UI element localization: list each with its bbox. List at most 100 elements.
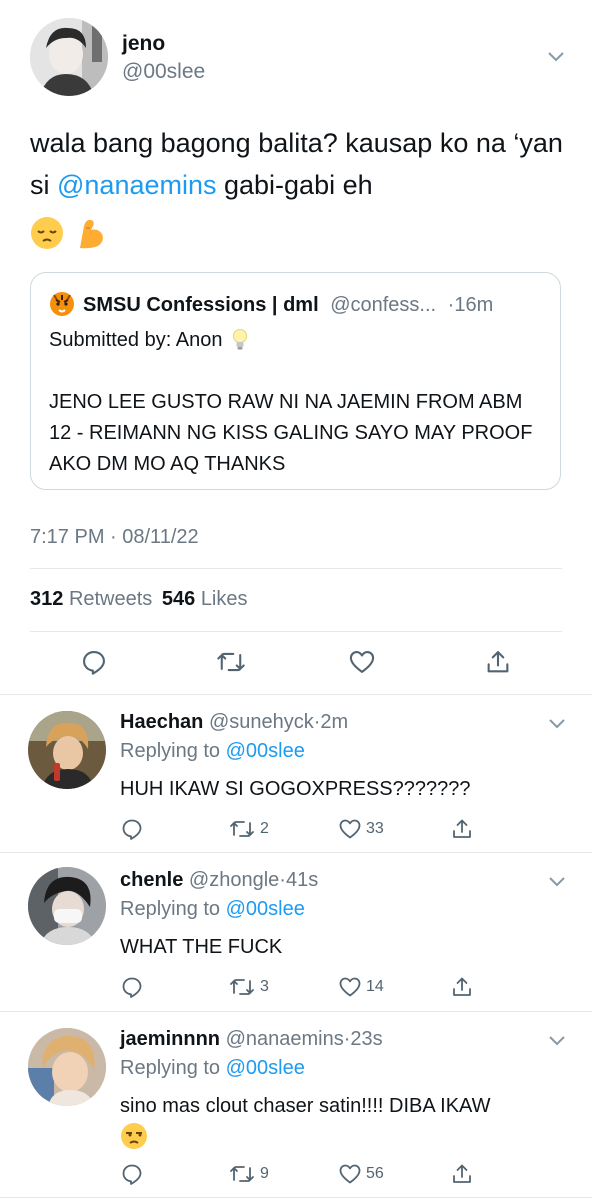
chevron-down-icon[interactable]: [547, 713, 567, 733]
reply-action-bar: 9 56: [0, 1158, 592, 1190]
unamused-face-icon: [120, 1122, 148, 1155]
tweet-stats: 312 Retweets 546 Likes: [30, 588, 248, 611]
reply-item[interactable]: Haechan @sunehyck·2m Replying to @00slee…: [0, 695, 592, 852]
replying-to-handle[interactable]: @00slee: [226, 740, 305, 762]
heart-icon: [338, 975, 362, 999]
reply-button[interactable]: [120, 813, 144, 845]
retweet-button[interactable]: 3: [228, 971, 269, 1003]
quoted-submitted-line: Submitted by: Anon: [49, 329, 248, 352]
heart-icon: [338, 817, 362, 841]
reply-text: sino mas clout chaser satin!!!! DIBA IKA…: [120, 1092, 560, 1120]
like-button[interactable]: 56: [338, 1158, 384, 1190]
reply-author-name[interactable]: chenle: [120, 869, 183, 891]
tiger-logo-icon: [49, 291, 75, 317]
tweet-timestamp[interactable]: 7:17 PM · 08/11/22: [30, 526, 199, 549]
reply-author-handle[interactable]: @nanaemins: [226, 1028, 344, 1050]
reply-action-bar: 3 14: [0, 971, 592, 1003]
replying-to-label: Replying to: [120, 740, 226, 762]
share-icon: [450, 975, 474, 999]
author-name[interactable]: jeno: [122, 32, 165, 56]
retweet-button[interactable]: 2: [228, 813, 269, 845]
replying-to-line: Replying to @00slee: [120, 1057, 305, 1080]
retweet-icon: [216, 648, 246, 676]
reply-icon: [80, 648, 108, 676]
reply-time: ·2m: [314, 711, 348, 733]
retweet-count: 2: [260, 820, 269, 838]
light-bulb-icon: [232, 329, 248, 351]
replying-to-label: Replying to: [120, 898, 226, 920]
quoted-author-name[interactable]: SMSU Confessions | dml: [83, 294, 319, 316]
quoted-submitted-text: Submitted by: Anon: [49, 329, 222, 351]
avatar[interactable]: [30, 18, 108, 96]
reply-item[interactable]: chenle @zhongle·41s Replying to @00slee …: [0, 853, 592, 1011]
reply-button[interactable]: [80, 646, 108, 678]
like-count: 33: [366, 820, 384, 838]
reply-author-handle[interactable]: @sunehyck: [209, 711, 314, 733]
reply-button[interactable]: [120, 1158, 144, 1190]
share-icon: [450, 1162, 474, 1186]
share-icon: [484, 648, 512, 676]
reply-author-name[interactable]: jaeminnnn: [120, 1028, 220, 1050]
heart-icon: [338, 1162, 362, 1186]
reply-text: HUH IKAW SI GOGOXPRESS???????: [120, 775, 560, 803]
quoted-time: ·16m: [448, 294, 494, 316]
replying-to-line: Replying to @00slee: [120, 898, 305, 921]
quoted-tweet-text: JENO LEE GUSTO RAW NI NA JAEMIN FROM ABM…: [49, 387, 539, 480]
reply-header: jaeminnnn @nanaemins·23s: [120, 1028, 383, 1051]
reply-action-bar: 2 33: [0, 813, 592, 845]
reply-text: WHAT THE FUCK: [120, 933, 560, 961]
like-count[interactable]: 546: [162, 588, 195, 610]
avatar[interactable]: [28, 867, 106, 945]
tweet-header: jeno @00slee: [30, 18, 570, 98]
retweet-button[interactable]: [216, 646, 246, 678]
share-button[interactable]: [450, 971, 474, 1003]
share-icon: [450, 817, 474, 841]
chevron-down-icon[interactable]: [547, 1030, 567, 1050]
flexed-biceps-icon: [74, 216, 108, 250]
share-button[interactable]: [484, 646, 512, 678]
tweet-text: wala bang bagong balita? kausap ko na ‘y…: [30, 122, 570, 206]
retweet-icon: [228, 975, 256, 999]
replying-to-handle[interactable]: @00slee: [226, 1057, 305, 1079]
reply-icon: [120, 817, 144, 841]
quoted-tweet[interactable]: SMSU Confessions | dml @confess... ·16m …: [30, 272, 561, 490]
reply-header: Haechan @sunehyck·2m: [120, 711, 348, 734]
pensive-face-icon: [30, 216, 64, 250]
likes-label[interactable]: Likes: [201, 588, 248, 610]
tweet-text-after: gabi-gabi eh: [217, 170, 373, 200]
retweet-button[interactable]: 9: [228, 1158, 269, 1190]
like-button[interactable]: 33: [338, 813, 384, 845]
tweet-action-bar: [0, 646, 592, 678]
chevron-down-icon[interactable]: [547, 871, 567, 891]
quoted-tweet-header: SMSU Confessions | dml @confess... ·16m: [49, 291, 544, 321]
retweet-count[interactable]: 312: [30, 588, 63, 610]
retweet-count: 3: [260, 978, 269, 996]
avatar[interactable]: [28, 1028, 106, 1106]
divider: [30, 631, 562, 632]
like-button[interactable]: [348, 646, 376, 678]
reply-time: ·41s: [279, 869, 318, 891]
quoted-author-handle[interactable]: @confess...: [330, 294, 436, 316]
replying-to-handle[interactable]: @00slee: [226, 898, 305, 920]
retweets-label[interactable]: Retweets: [69, 588, 152, 610]
like-count: 56: [366, 1165, 384, 1183]
reply-icon: [120, 1162, 144, 1186]
heart-icon: [348, 648, 376, 676]
share-button[interactable]: [450, 1158, 474, 1190]
reply-item[interactable]: jaeminnnn @nanaemins·23s Replying to @00…: [0, 1012, 592, 1200]
replying-to-label: Replying to: [120, 1057, 226, 1079]
retweet-icon: [228, 1162, 256, 1186]
reply-icon: [120, 975, 144, 999]
reply-author-handle[interactable]: @zhongle: [189, 869, 279, 891]
like-button[interactable]: 14: [338, 971, 384, 1003]
like-count: 14: [366, 978, 384, 996]
avatar[interactable]: [28, 711, 106, 789]
author-handle[interactable]: @00slee: [122, 60, 205, 84]
share-button[interactable]: [450, 813, 474, 845]
retweet-icon: [228, 817, 256, 841]
mention-link[interactable]: @nanaemins: [57, 170, 217, 200]
chevron-down-icon[interactable]: [546, 46, 566, 66]
reply-time: ·23s: [344, 1028, 383, 1050]
reply-author-name[interactable]: Haechan: [120, 711, 203, 733]
reply-button[interactable]: [120, 971, 144, 1003]
